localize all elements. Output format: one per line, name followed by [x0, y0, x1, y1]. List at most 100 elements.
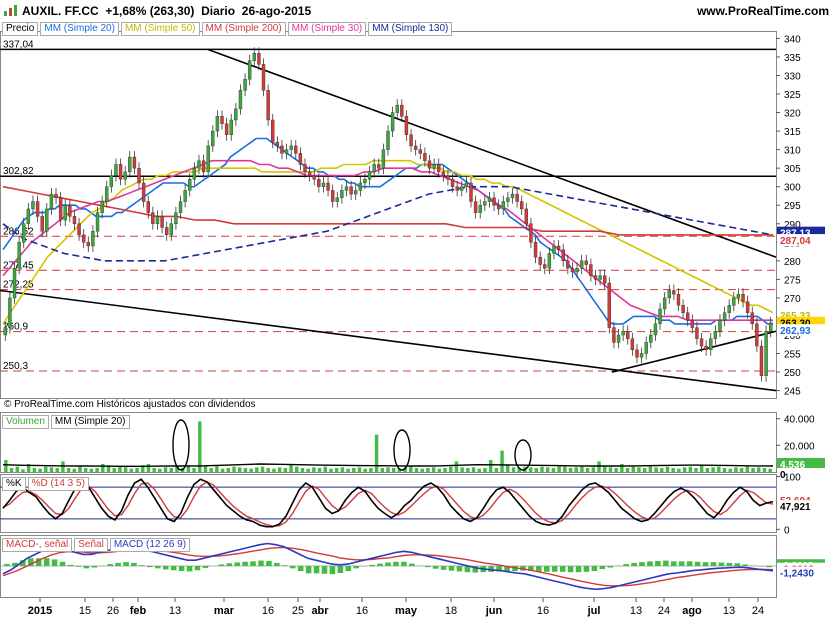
volume-bar[interactable]	[551, 468, 556, 472]
candle-body[interactable]	[575, 268, 579, 273]
volume-bar[interactable]	[300, 468, 305, 472]
candle-body[interactable]	[681, 305, 685, 313]
candle-body[interactable]	[598, 275, 602, 280]
candle-body[interactable]	[607, 282, 612, 328]
candle-body[interactable]	[460, 186, 464, 191]
candle-body[interactable]	[538, 256, 542, 265]
candle-body[interactable]	[321, 182, 326, 187]
candle-body[interactable]	[132, 156, 137, 169]
macd-histogram-bar[interactable]	[115, 562, 121, 566]
macd-histogram-bar[interactable]	[186, 566, 193, 572]
legend-macd-signal[interactable]: MACD-, señal	[2, 538, 73, 552]
candle-body[interactable]	[741, 294, 745, 302]
macd-histogram-bar[interactable]	[282, 565, 288, 566]
volume-bar[interactable]	[563, 466, 567, 472]
macd-histogram-bar[interactable]	[139, 565, 145, 566]
candle-body[interactable]	[506, 197, 510, 202]
candle-body[interactable]	[662, 297, 667, 310]
candle-body[interactable]	[695, 327, 699, 339]
candle-body[interactable]	[261, 64, 266, 91]
candle-body[interactable]	[95, 212, 100, 232]
volume-bar[interactable]	[135, 468, 139, 472]
candle-body[interactable]	[215, 116, 220, 132]
candle-body[interactable]	[630, 338, 635, 351]
volume-bar[interactable]	[568, 468, 573, 472]
candle-body[interactable]	[183, 190, 187, 202]
candle-body[interactable]	[529, 223, 533, 243]
candle-body[interactable]	[340, 190, 344, 199]
legend-volume[interactable]: Volumen	[2, 415, 49, 429]
candle-body[interactable]	[727, 305, 731, 313]
candle-body[interactable]	[238, 90, 243, 110]
legend-mm130[interactable]: MM (Simple 130)	[368, 22, 453, 36]
volume-bar[interactable]	[414, 468, 419, 472]
volume-bar[interactable]	[488, 460, 493, 472]
macd-histogram-bar[interactable]	[131, 562, 137, 566]
macd-histogram-bar[interactable]	[583, 566, 590, 572]
macd-histogram-bar[interactable]	[226, 563, 233, 566]
candle-body[interactable]	[178, 201, 183, 213]
candle-body[interactable]	[31, 201, 35, 210]
candle-body[interactable]	[40, 216, 44, 232]
candle-body[interactable]	[49, 193, 54, 210]
volume-bar[interactable]	[260, 466, 265, 472]
candle-body[interactable]	[326, 182, 330, 191]
macd-histogram-bar[interactable]	[393, 561, 399, 566]
macd-histogram-bar[interactable]	[567, 566, 574, 573]
candle-body[interactable]	[164, 227, 169, 236]
candle-body[interactable]	[22, 223, 26, 243]
candle-body[interactable]	[330, 190, 335, 202]
volume-bar[interactable]	[66, 468, 71, 472]
volume-bar[interactable]	[654, 467, 658, 472]
volume-bar[interactable]	[437, 468, 442, 472]
volume-bar[interactable]	[243, 468, 248, 472]
volume-bar[interactable]	[32, 468, 37, 472]
candle-body[interactable]	[621, 331, 625, 336]
volume-bar[interactable]	[15, 466, 19, 472]
volume-bar[interactable]	[717, 466, 721, 472]
candle-body[interactable]	[151, 212, 155, 224]
volume-bar[interactable]	[506, 465, 510, 472]
volume-bar[interactable]	[443, 468, 447, 472]
volume-bar[interactable]	[540, 466, 544, 472]
volume-bar[interactable]	[494, 468, 499, 472]
volume-bar[interactable]	[466, 468, 470, 472]
candle-body[interactable]	[690, 319, 695, 328]
volume-bar[interactable]	[323, 466, 327, 472]
macd-histogram-bar[interactable]	[663, 560, 669, 566]
volume-bar[interactable]	[620, 464, 624, 472]
volume-bar[interactable]	[78, 466, 82, 472]
macd-histogram-bar[interactable]	[313, 566, 320, 574]
candle-body[interactable]	[450, 179, 455, 187]
volume-bar[interactable]	[688, 466, 693, 472]
candle-body[interactable]	[423, 153, 427, 161]
volume-bar[interactable]	[591, 467, 596, 472]
volume-bar[interactable]	[9, 468, 14, 472]
candle-body[interactable]	[441, 171, 446, 176]
macd-histogram-bar[interactable]	[575, 566, 582, 573]
volume-bar[interactable]	[312, 467, 316, 472]
candle-body[interactable]	[768, 322, 773, 332]
volume-bar[interactable]	[21, 469, 25, 472]
candle-body[interactable]	[672, 290, 676, 295]
candle-body[interactable]	[718, 319, 722, 332]
candle-body[interactable]	[354, 190, 358, 195]
volume-bar[interactable]	[4, 460, 8, 472]
macd-histogram-bar[interactable]	[59, 561, 66, 566]
macd-histogram-bar[interactable]	[83, 566, 90, 569]
candle-body[interactable]	[317, 179, 321, 187]
volume-bar[interactable]	[534, 468, 539, 472]
volume-bar[interactable]	[665, 466, 670, 472]
candle-body[interactable]	[543, 264, 547, 269]
macd-histogram-bar[interactable]	[67, 564, 74, 566]
volume-bar[interactable]	[757, 467, 761, 472]
candle-body[interactable]	[667, 290, 671, 299]
candle-body[interactable]	[358, 182, 363, 191]
candle-body[interactable]	[146, 201, 150, 213]
candle-body[interactable]	[298, 153, 303, 165]
macd-histogram-bar[interactable]	[337, 566, 344, 573]
volume-bar[interactable]	[699, 465, 704, 472]
macd-histogram-bar[interactable]	[385, 562, 391, 566]
candle-body[interactable]	[709, 338, 713, 351]
legend-k[interactable]: %K	[2, 477, 26, 491]
